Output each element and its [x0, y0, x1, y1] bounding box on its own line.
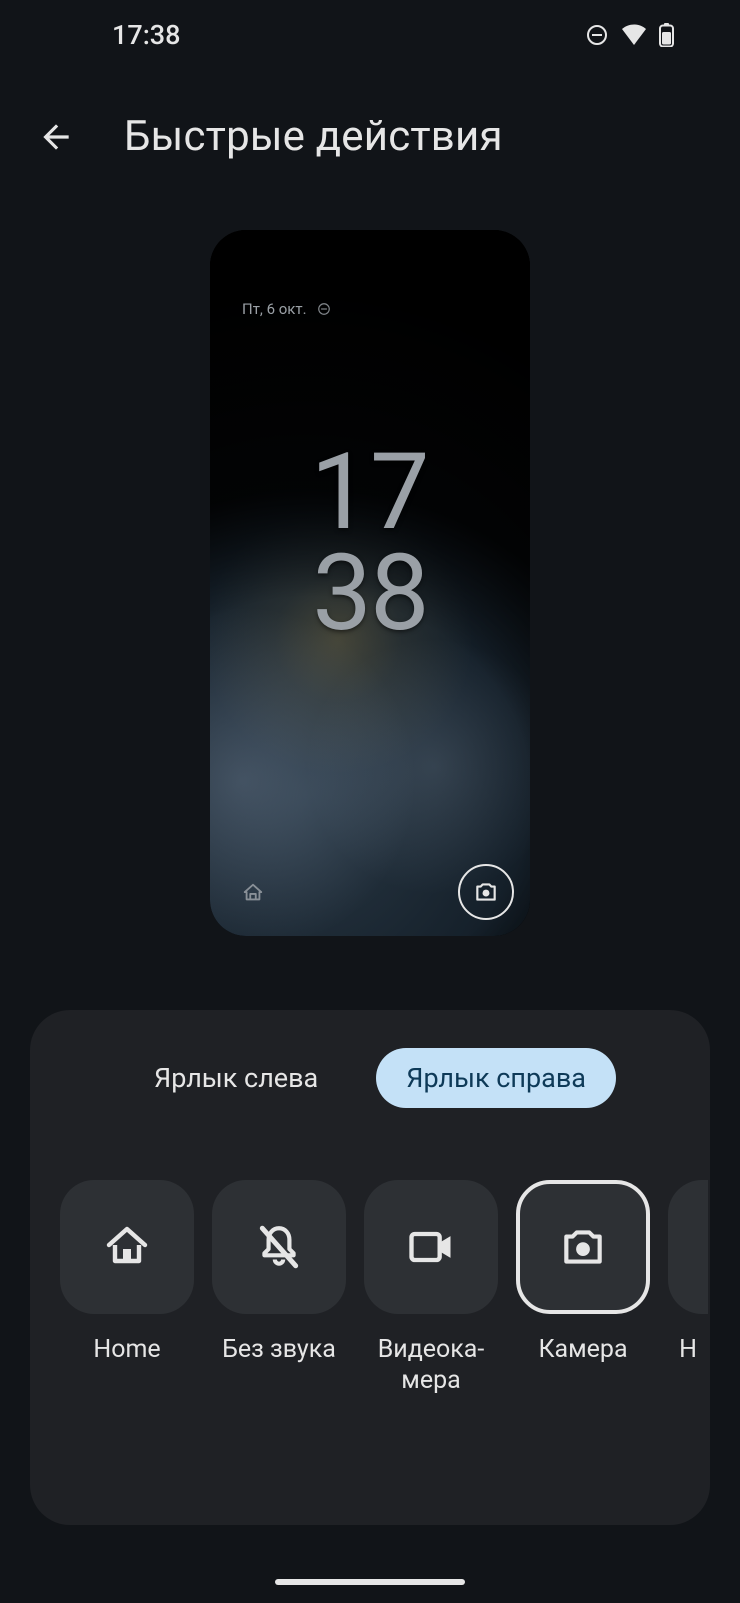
arrow-left-icon	[37, 118, 75, 156]
lock-date-text: Пт, 6 окт.	[242, 300, 307, 318]
home-icon	[242, 882, 264, 904]
lock-shortcut-left	[238, 878, 268, 908]
shortcut-label: Н	[613, 1334, 710, 1365]
shortcut-sheet: Ярлык слева Ярлык справа Home Б	[30, 1010, 710, 1525]
shortcut-tile-camera[interactable]	[516, 1180, 650, 1314]
shortcut-tile-home[interactable]	[60, 1180, 194, 1314]
shortcut-list[interactable]: Home Без звука Видеока­мера	[30, 1180, 710, 1397]
wifi-icon	[621, 24, 647, 46]
tab-row: Ярлык слева Ярлык справа	[30, 1048, 710, 1108]
camera-icon	[558, 1222, 608, 1272]
videocam-icon	[405, 1221, 457, 1273]
shortcut-label: Без звука	[204, 1334, 354, 1365]
shortcut-home: Home	[60, 1180, 194, 1397]
page-title: Быстрые действия	[124, 112, 503, 161]
tab-left-shortcut[interactable]: Ярлык слева	[124, 1048, 348, 1108]
tab-right-shortcut[interactable]: Ярлык справа	[376, 1048, 616, 1108]
shortcut-label: Видеока­мера	[356, 1334, 506, 1397]
clock-hours: 17	[310, 442, 429, 543]
back-button[interactable]	[32, 113, 80, 161]
shortcut-tile-video[interactable]	[364, 1180, 498, 1314]
status-time: 17:38	[44, 19, 181, 51]
gesture-bar[interactable]	[275, 1579, 465, 1585]
shortcut-next: Н	[668, 1180, 708, 1397]
home-icon	[103, 1223, 151, 1271]
shortcut-tile-mute[interactable]	[212, 1180, 346, 1314]
shortcut-label: Home	[52, 1334, 202, 1365]
bell-off-icon	[254, 1222, 304, 1272]
dnd-icon	[585, 23, 609, 47]
dnd-mini-icon	[317, 302, 331, 316]
lock-date: Пт, 6 окт.	[242, 300, 331, 318]
shortcut-tile-next[interactable]	[668, 1180, 708, 1314]
shortcut-video: Видеока­мера	[364, 1180, 498, 1397]
lock-shortcut-right	[458, 864, 514, 920]
clock-minutes: 38	[310, 543, 429, 644]
lockscreen-preview: Пт, 6 окт. 17 38	[210, 230, 530, 936]
lock-clock: 17 38	[310, 442, 429, 643]
shortcut-mute: Без звука	[212, 1180, 346, 1397]
header: Быстрые действия	[0, 112, 740, 161]
camera-icon	[473, 879, 499, 905]
battery-icon	[659, 23, 674, 47]
status-icons	[585, 23, 696, 47]
status-bar: 17:38	[0, 0, 740, 70]
